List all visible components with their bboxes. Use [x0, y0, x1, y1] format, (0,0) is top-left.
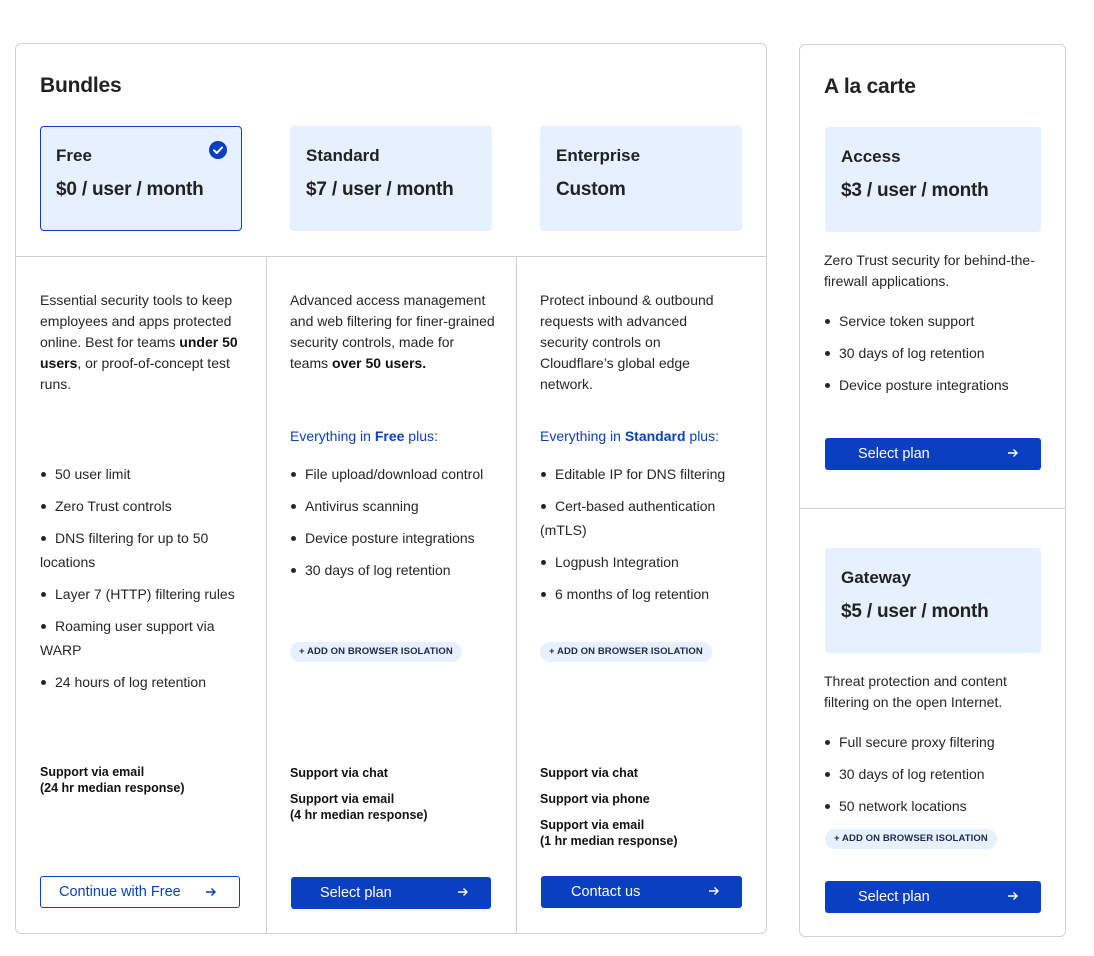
- product-description-access: Zero Trust security for behind-the-firew…: [824, 252, 1035, 289]
- divider: [16, 256, 766, 257]
- feature-list-free: 50 user limit Zero Trust controls DNS fi…: [40, 462, 246, 702]
- feature-item: 6 months of log retention: [540, 582, 740, 606]
- select-plan-access-button[interactable]: Select plan: [825, 438, 1041, 470]
- arrow-right-icon: [206, 888, 216, 896]
- feature-list-gateway: Full secure proxy filtering 30 days of l…: [824, 730, 1044, 826]
- product-name: Access: [841, 147, 901, 166]
- arrow-right-icon: [1008, 449, 1018, 457]
- feature-item: 30 days of log retention: [824, 762, 1044, 786]
- tier-price: $0 / user / month: [56, 179, 204, 200]
- feature-list-standard: File upload/download control Antivirus s…: [290, 462, 496, 590]
- product-price: $3 / user / month: [841, 180, 989, 201]
- button-label: Contact us: [571, 884, 641, 900]
- feature-item: Cert-based authentication (mTLS): [540, 498, 716, 538]
- tier-price: $7 / user / month: [306, 179, 454, 200]
- feature-item: Service token support: [824, 309, 1044, 333]
- plus-line-standard: Everything in Free plus:: [290, 428, 438, 444]
- divider: [516, 256, 517, 933]
- support-info: Support via chat: [540, 766, 638, 780]
- button-label: Select plan: [858, 889, 930, 905]
- tier-card-standard[interactable]: Standard $7 / user / month: [290, 126, 492, 231]
- product-card-access[interactable]: Access $3 / user / month: [825, 127, 1041, 232]
- support-info: Support via chat: [290, 766, 388, 780]
- divider: [266, 256, 267, 933]
- feature-item: 30 days of log retention: [824, 341, 1044, 365]
- contact-us-button[interactable]: Contact us: [541, 876, 742, 908]
- support-info: Support via email (24 hr median response…: [40, 765, 185, 795]
- tier-name: Standard: [306, 146, 380, 165]
- a-la-carte-panel: A la carte Access $3 / user / month Zero…: [799, 44, 1066, 937]
- feature-list-access: Service token support 30 days of log ret…: [824, 309, 1044, 405]
- support-info: Support via email (1 hr median response): [540, 818, 678, 848]
- tier-price: Custom: [556, 179, 626, 200]
- carte-title: A la carte: [824, 75, 916, 98]
- tier-description-standard: Advanced access management and web filte…: [290, 292, 495, 371]
- feature-item: 50 user limit: [40, 462, 246, 486]
- product-name: Gateway: [841, 568, 911, 587]
- feature-item: Logpush Integration: [540, 550, 740, 574]
- feature-item: Editable IP for DNS filtering: [540, 462, 740, 486]
- feature-item: Layer 7 (HTTP) filtering rules: [40, 582, 246, 606]
- feature-item: Roaming user support via WARP: [40, 618, 215, 658]
- feature-item: 30 days of log retention: [290, 558, 496, 582]
- product-price: $5 / user / month: [841, 601, 989, 622]
- tier-name: Enterprise: [556, 146, 641, 165]
- addon-browser-isolation-button[interactable]: + ADD ON BROWSER ISOLATION: [290, 642, 462, 662]
- arrow-right-icon: [709, 887, 719, 895]
- feature-item: 50 network locations: [824, 794, 1044, 818]
- addon-browser-isolation-button[interactable]: + ADD ON BROWSER ISOLATION: [540, 642, 712, 662]
- tier-card-enterprise[interactable]: Enterprise Custom: [540, 126, 742, 231]
- feature-item: DNS filtering for up to 50 locations: [40, 530, 209, 570]
- arrow-right-icon: [458, 888, 468, 896]
- divider: [800, 508, 1065, 509]
- addon-browser-isolation-button[interactable]: + ADD ON BROWSER ISOLATION: [825, 829, 997, 849]
- product-card-gateway[interactable]: Gateway $5 / user / month: [825, 548, 1041, 653]
- support-info: Support via phone: [540, 792, 650, 806]
- tier-name: Free: [56, 146, 92, 165]
- product-description-gateway: Threat protection and content filtering …: [824, 673, 1007, 710]
- arrow-right-icon: [1008, 892, 1018, 900]
- check-circle-icon: [209, 141, 227, 159]
- bundles-title: Bundles: [40, 74, 122, 97]
- tier-card-free[interactable]: Free $0 / user / month: [40, 126, 242, 231]
- feature-item: Device posture integrations: [290, 526, 496, 550]
- button-label: Select plan: [320, 885, 392, 901]
- feature-item: Zero Trust controls: [40, 494, 246, 518]
- select-plan-gateway-button[interactable]: Select plan: [825, 881, 1041, 913]
- bundles-panel: Bundles Free $0 / user / month Standard …: [15, 43, 767, 934]
- select-plan-standard-button[interactable]: Select plan: [291, 877, 491, 909]
- tier-description-free: Essential security tools to keep employe…: [40, 292, 238, 392]
- feature-item: Full secure proxy filtering: [824, 730, 1044, 754]
- feature-item: File upload/download control: [290, 462, 496, 486]
- tier-description-enterprise: Protect inbound & outbound requests with…: [540, 292, 714, 392]
- feature-item: Device posture integrations: [824, 373, 1044, 397]
- support-info: Support via email (4 hr median response): [290, 792, 428, 822]
- plus-line-enterprise: Everything in Standard plus:: [540, 428, 719, 444]
- button-label: Continue with Free: [59, 884, 181, 900]
- button-label: Select plan: [858, 446, 930, 462]
- continue-free-button[interactable]: Continue with Free: [40, 876, 240, 908]
- feature-item: 24 hours of log retention: [40, 670, 246, 694]
- feature-item: Antivirus scanning: [290, 494, 496, 518]
- feature-list-enterprise: Editable IP for DNS filtering Cert-based…: [540, 462, 740, 614]
